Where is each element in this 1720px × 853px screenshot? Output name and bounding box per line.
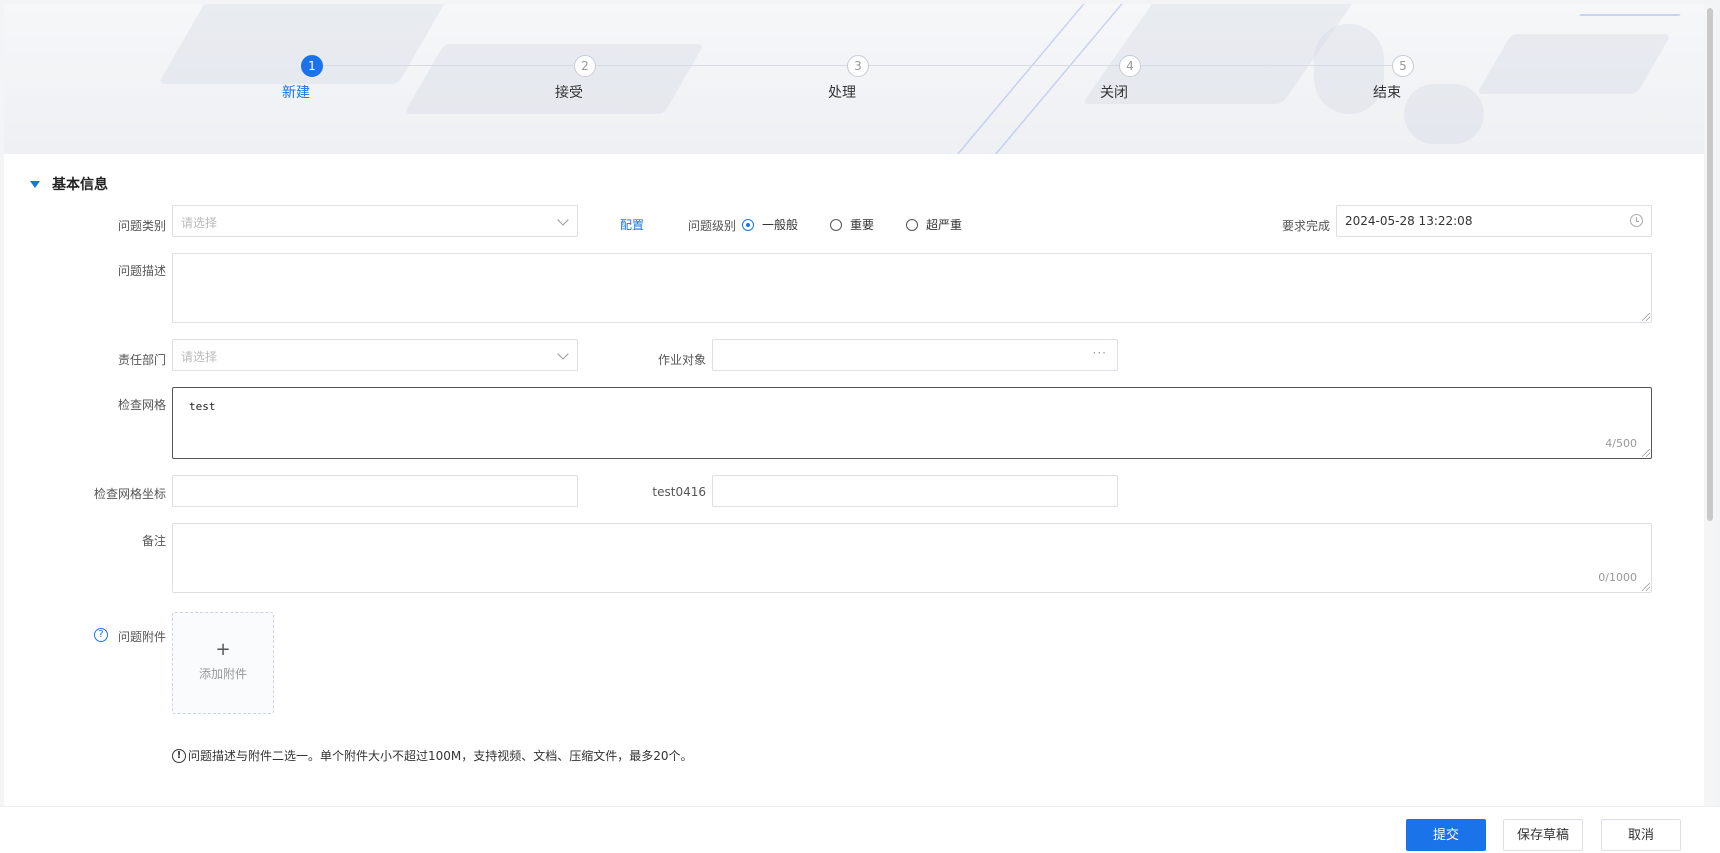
dept-label: 责任部门	[117, 353, 166, 367]
custom-label: test0416	[652, 485, 706, 499]
remark-textarea[interactable]: 0/1000	[172, 523, 1652, 593]
grid-textarea[interactable]: test 4/500	[172, 387, 1652, 459]
resize-handle-icon[interactable]	[1642, 449, 1650, 457]
deadline-label: 要求完成	[1281, 219, 1330, 233]
dept-select[interactable]: 请选择	[172, 339, 578, 371]
grid-counter: 4/500	[1605, 437, 1637, 450]
radio-label: 重要	[850, 218, 875, 232]
help-icon[interactable]: ?	[94, 628, 108, 642]
deadline-value: 2024-05-28 13:22:08	[1345, 214, 1473, 228]
chevron-down-icon	[557, 348, 569, 360]
submit-button[interactable]: 提交	[1406, 819, 1486, 851]
info-icon: !	[172, 748, 186, 763]
add-attachment-button[interactable]: + 添加附件	[172, 612, 274, 714]
upload-text: 添加附件	[198, 667, 247, 681]
remark-label: 备注	[141, 534, 166, 548]
step-close: 4 关闭	[1100, 55, 1160, 101]
step-label: 处理	[828, 85, 856, 101]
target-input[interactable]: ···	[712, 339, 1118, 371]
cancel-button[interactable]: 取消	[1601, 819, 1681, 851]
description-textarea[interactable]	[172, 253, 1652, 323]
radio-unchecked-icon	[830, 218, 842, 231]
step-label: 结束	[1373, 85, 1401, 101]
more-icon[interactable]: ···	[1093, 346, 1107, 360]
level-radio-important[interactable]: 重要	[830, 216, 874, 233]
deadline-picker[interactable]: 2024-05-28 13:22:08	[1336, 205, 1652, 237]
radio-unchecked-icon	[906, 218, 918, 231]
dept-placeholder: 请选择	[181, 350, 218, 364]
step-label: 关闭	[1100, 85, 1128, 101]
scrollbar-thumb[interactable]	[1707, 8, 1713, 521]
grid-value: test	[189, 400, 216, 413]
category-select[interactable]: 请选择	[172, 205, 578, 237]
progress-banner: 1 新建 2 接受 3 处理 4 关闭 5 结束	[4, 4, 1708, 154]
clock-icon[interactable]	[1630, 214, 1643, 227]
level-label: 问题级别	[687, 219, 736, 233]
step-label: 新建	[282, 85, 310, 101]
banner-decoration	[403, 44, 705, 114]
level-radio-normal[interactable]: 一般般	[742, 216, 798, 233]
section-title: 基本信息	[52, 177, 108, 193]
config-link[interactable]: 配置	[620, 216, 644, 233]
radio-checked-icon	[742, 218, 754, 231]
step-number: 5	[1392, 55, 1414, 77]
radio-label: 一般般	[762, 218, 799, 232]
vertical-scrollbar[interactable]	[1704, 4, 1716, 853]
save-draft-button[interactable]: 保存草稿	[1503, 819, 1583, 851]
form-page: 1 新建 2 接受 3 处理 4 关闭 5 结束 基本信息 问题类别 请选择 配…	[4, 4, 1708, 853]
level-radio-critical[interactable]: 超严重	[906, 216, 962, 233]
step-finish: 5 结束	[1373, 55, 1433, 101]
remark-counter: 0/1000	[1598, 571, 1637, 584]
attachment-notice: ! 问题描述与附件二选一。单个附件大小不超过100M，支持视频、文档、压缩文件，…	[172, 747, 693, 764]
chevron-down-icon	[557, 214, 569, 226]
radio-label: 超严重	[926, 218, 963, 232]
resize-handle-icon[interactable]	[1642, 583, 1650, 591]
notice-text: 问题描述与附件二选一。单个附件大小不超过100M，支持视频、文档、压缩文件，最多…	[188, 749, 693, 763]
grid-coord-label: 检查网格坐标	[93, 487, 166, 501]
step-number: 3	[847, 55, 869, 77]
step-number: 2	[574, 55, 596, 77]
footer-actions: 提交 保存草稿 取消	[0, 806, 1720, 853]
step-number: 1	[301, 55, 323, 77]
custom-input[interactable]	[712, 475, 1118, 507]
grid-coord-input[interactable]	[172, 475, 578, 507]
target-label: 作业对象	[657, 353, 706, 367]
caret-down-icon	[30, 180, 40, 188]
banner-decoration	[1404, 84, 1484, 144]
description-label: 问题描述	[117, 264, 166, 278]
grid-label: 检查网格	[117, 398, 166, 412]
category-placeholder: 请选择	[181, 216, 218, 230]
resize-handle-icon[interactable]	[1642, 313, 1650, 321]
plus-icon: +	[215, 639, 231, 660]
step-accept: 2 接受	[555, 55, 615, 101]
step-label: 接受	[555, 85, 583, 101]
step-process: 3 处理	[828, 55, 888, 101]
step-new: 1 新建	[282, 55, 342, 101]
section-basic-info[interactable]: 基本信息	[30, 174, 108, 194]
attachment-label: 问题附件	[117, 630, 166, 644]
step-number: 4	[1119, 55, 1141, 77]
category-label: 问题类别	[117, 219, 166, 233]
